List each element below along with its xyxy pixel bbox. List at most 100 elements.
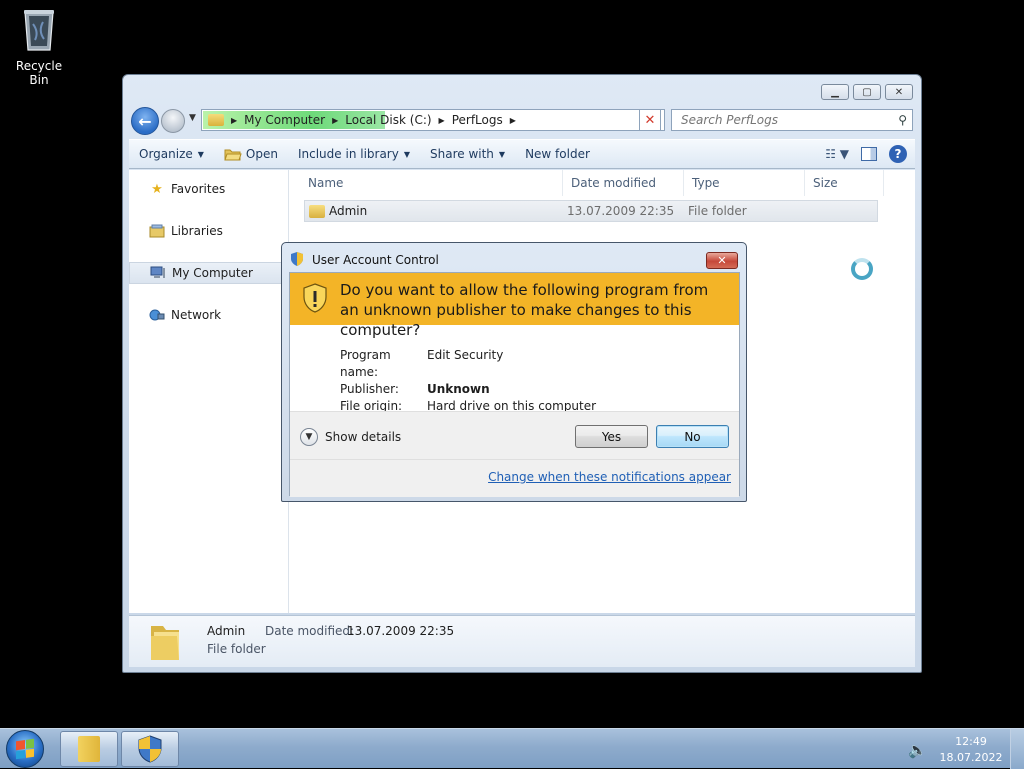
computer-icon (150, 266, 166, 280)
window-controls: ▁ ▢ ✕ (821, 84, 913, 100)
breadcrumb-perflogs[interactable]: PerfLogs (448, 113, 507, 127)
uac-warning-banner: Do you want to allow the following progr… (290, 273, 739, 339)
back-arrow-icon: ← (138, 111, 152, 131)
uac-title: User Account Control (312, 253, 439, 267)
forward-button[interactable] (161, 109, 185, 133)
column-header-date-modified[interactable]: Date modified (563, 170, 684, 196)
folder-icon (78, 736, 100, 762)
command-bar: Organize ▼ Open Include in library ▼ Sha… (129, 139, 915, 169)
change-view-button[interactable]: ☷ ▼ (825, 147, 849, 161)
network-icon (149, 308, 165, 322)
folder-icon (208, 114, 224, 126)
start-button[interactable] (6, 730, 44, 768)
clock-date: 18.07.2022 (939, 751, 1003, 764)
column-headers: Name Date modified Type Size (290, 170, 915, 196)
show-details-toggle[interactable]: ▼ Show details (300, 428, 401, 446)
uac-shield-icon (138, 735, 162, 763)
show-desktop-button[interactable] (1010, 729, 1024, 769)
nav-item-libraries[interactable]: Libraries (129, 220, 287, 242)
navigation-pane: ★ Favorites Libraries My Computer Networ… (129, 170, 289, 613)
column-header-name[interactable]: Name (290, 170, 563, 196)
chevron-down-icon: ▼ (189, 113, 196, 123)
breadcrumb-separator-icon[interactable]: ▶ (329, 116, 341, 125)
uac-body: Do you want to allow the following progr… (289, 272, 740, 497)
program-name-row: Program name: Edit Security (340, 347, 596, 381)
volume-icon[interactable]: 🔈 (908, 741, 927, 759)
chevron-down-icon: ▼ (300, 428, 318, 446)
file-type: File folder (688, 204, 747, 218)
uac-question: Do you want to allow the following progr… (340, 281, 709, 339)
chevron-down-icon: ▼ (197, 149, 204, 159)
nav-item-network[interactable]: Network (129, 304, 287, 326)
uac-dialog: User Account Control ✕ Do you want to al… (281, 242, 747, 502)
publisher-label: Publisher: (340, 382, 399, 396)
column-header-type[interactable]: Type (684, 170, 805, 196)
nav-label-libraries: Libraries (171, 224, 223, 238)
open-label: Open (245, 147, 278, 161)
warning-shield-icon (303, 283, 327, 313)
chevron-down-icon: ▼ (403, 149, 410, 159)
uac-close-button[interactable]: ✕ (706, 252, 738, 269)
system-clock[interactable]: 12:49 18.07.2022 (936, 734, 1006, 766)
yes-button[interactable]: Yes (575, 425, 648, 448)
organize-label: Organize (139, 147, 193, 161)
stop-icon: ✕ (644, 112, 656, 128)
show-details-label: Show details (325, 430, 402, 444)
search-icon[interactable]: ⚲ (898, 113, 907, 127)
details-name: Admin (207, 624, 246, 638)
nav-item-my-computer[interactable]: My Computer (129, 262, 287, 284)
publisher-row: Publisher: Unknown (340, 381, 596, 398)
details-date-label: Date modified: (265, 624, 355, 638)
breadcrumb-separator-icon[interactable]: ▶ (436, 116, 448, 125)
recycle-bin-desktop-icon[interactable]: Recycle Bin (6, 6, 72, 87)
change-notifications-link[interactable]: Change when these notifications appear (488, 470, 731, 484)
uac-footer: ▼ Show details Yes No Change when these … (290, 411, 739, 497)
help-button[interactable]: ? (889, 145, 907, 163)
no-button[interactable]: No (656, 425, 729, 448)
breadcrumb-my-computer[interactable]: My Computer (240, 113, 329, 127)
uac-shield-icon (291, 252, 303, 266)
minimize-button[interactable]: ▁ (821, 84, 849, 100)
back-button[interactable]: ← (131, 107, 159, 135)
views-icon: ☷ ▼ (825, 147, 849, 161)
table-row[interactable]: Admin 13.07.2009 22:35 File folder (304, 200, 878, 222)
folder-icon (309, 205, 325, 218)
taskbar-uac-button[interactable] (121, 731, 179, 767)
address-bar[interactable]: ▶ My Computer ▶ Local Disk (C:) ▶ PerfLo… (201, 109, 665, 131)
divider (290, 459, 739, 460)
libraries-icon (149, 224, 165, 238)
star-icon: ★ (151, 181, 163, 197)
uac-program-info: Program name: Edit Security Publisher: U… (340, 347, 596, 415)
file-date-modified: 13.07.2009 22:35 (567, 204, 675, 218)
stop-loading-button[interactable]: ✕ (639, 109, 661, 131)
navigation-bar: ← ▼ ▶ My Computer ▶ Local Disk (C:) ▶ Pe… (131, 107, 913, 135)
preview-pane-button[interactable] (861, 147, 877, 161)
program-name-label: Program name: (340, 348, 391, 379)
search-input[interactable] (679, 112, 879, 128)
search-box[interactable]: ⚲ (671, 109, 913, 131)
details-date-value: 13.07.2009 22:35 (347, 624, 455, 638)
new-folder-button[interactable]: New folder (515, 140, 600, 168)
open-folder-icon (224, 149, 242, 161)
open-button[interactable]: Open (214, 140, 288, 168)
uac-titlebar: User Account Control ✕ (282, 243, 746, 271)
nav-label-my-computer: My Computer (172, 266, 253, 280)
breadcrumb-separator-icon[interactable]: ▶ (228, 116, 240, 125)
breadcrumb-separator-icon[interactable]: ▶ (507, 116, 519, 125)
program-name-value: Edit Security (427, 348, 504, 362)
nav-label-favorites: Favorites (171, 182, 226, 196)
close-window-button[interactable]: ✕ (885, 84, 913, 100)
share-with-button[interactable]: Share with ▼ (420, 140, 515, 168)
taskbar-explorer-button[interactable] (60, 731, 118, 767)
view-controls: ☷ ▼ ? (825, 145, 907, 163)
recent-pages-dropdown[interactable]: ▼ (189, 113, 196, 123)
help-icon: ? (894, 147, 902, 161)
breadcrumb-local-disk[interactable]: Local Disk (C:) (341, 113, 435, 127)
include-in-library-button[interactable]: Include in library ▼ (288, 140, 420, 168)
publisher-value: Unknown (427, 382, 490, 396)
column-header-size[interactable]: Size (805, 170, 884, 196)
maximize-button[interactable]: ▢ (853, 84, 881, 100)
nav-item-favorites[interactable]: ★ Favorites (129, 178, 287, 200)
share-with-label: Share with (430, 147, 494, 161)
organize-button[interactable]: Organize ▼ (129, 140, 214, 168)
